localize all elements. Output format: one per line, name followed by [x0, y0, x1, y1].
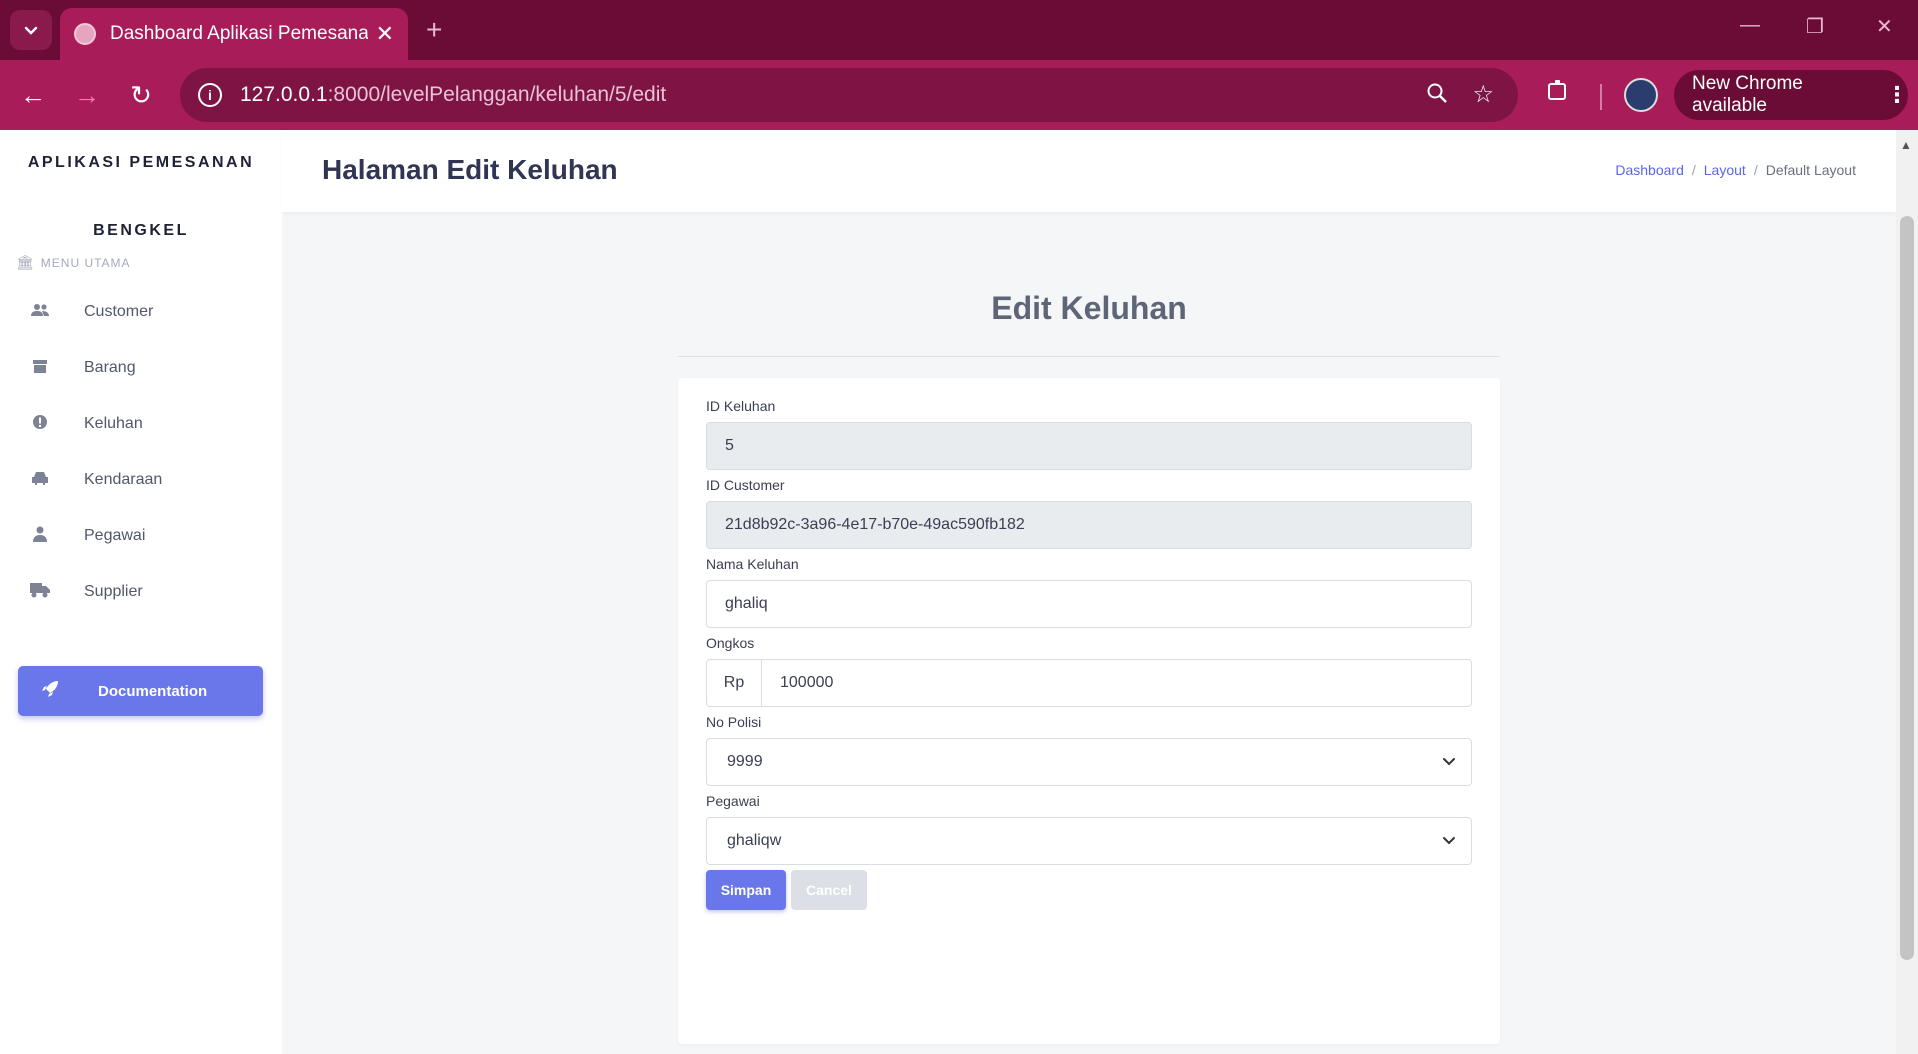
- breadcrumb-separator: /: [1753, 162, 1758, 178]
- sidebar-item-pegawai[interactable]: Pegawai: [0, 514, 282, 558]
- chevron-down-icon: [1441, 832, 1457, 853]
- sidebar-item-kendaraan[interactable]: Kendaraan: [0, 458, 282, 502]
- browser-tab[interactable]: Dashboard Aplikasi Pemesanan ✕: [60, 8, 408, 60]
- close-icon[interactable]: ✕: [376, 21, 394, 47]
- page-content: APLIKASI PEMESANAN BENGKEL 🏛 MENU UTAMA …: [0, 130, 1918, 1054]
- id-customer-label: ID Customer: [706, 477, 785, 493]
- sidebar-item-label: Pegawai: [84, 527, 146, 544]
- menu-heading: 🏛 MENU UTAMA: [16, 254, 131, 270]
- form-heading: Edit Keluhan: [991, 290, 1187, 326]
- sidebar-item-customer[interactable]: Customer: [0, 290, 282, 334]
- truck-icon: [30, 582, 50, 602]
- rocket-icon: [40, 679, 60, 704]
- sidebar-item-barang[interactable]: Barang: [0, 346, 282, 390]
- globe-icon: [74, 23, 96, 45]
- back-arrow-icon[interactable]: ←: [16, 78, 50, 112]
- breadcrumb-layout[interactable]: Layout: [1704, 162, 1746, 178]
- extensions-icon[interactable]: [1546, 78, 1570, 109]
- no-polisi-label: No Polisi: [706, 714, 762, 730]
- restore-icon[interactable]: ❐: [1806, 14, 1824, 39]
- users-icon: [30, 303, 50, 321]
- pegawai-select[interactable]: ghaliqw: [706, 817, 1472, 865]
- no-polisi-value: 9999: [727, 753, 763, 770]
- reload-icon[interactable]: ↻: [124, 78, 158, 112]
- id-keluhan-field: 5: [706, 422, 1472, 470]
- sidebar-item-label: Supplier: [84, 583, 143, 600]
- car-icon: [30, 471, 50, 489]
- edit-keluhan-form: ID Keluhan 5 ID Customer 21d8b92c-3a96-4…: [678, 378, 1500, 1044]
- browser-tab-strip: Dashboard Aplikasi Pemesanan ✕ + — ❐ ✕: [0, 0, 1918, 60]
- forward-arrow-icon[interactable]: →: [70, 78, 104, 112]
- currency-prefix: Rp: [706, 659, 762, 707]
- bookmark-star-icon[interactable]: ☆: [1472, 80, 1494, 109]
- documentation-label: Documentation: [98, 682, 208, 700]
- sidebar-item-label: Keluhan: [84, 415, 143, 432]
- pegawai-value: ghaliqw: [727, 832, 782, 849]
- toolbar-separator: [1600, 84, 1602, 110]
- id-customer-field: 21d8b92c-3a96-4e17-b70e-49ac590fb182: [706, 501, 1472, 549]
- nama-keluhan-label: Nama Keluhan: [706, 556, 799, 572]
- no-polisi-select[interactable]: 9999: [706, 738, 1472, 786]
- id-keluhan-label: ID Keluhan: [706, 398, 776, 414]
- address-bar[interactable]: i 127.0.0.1:8000/levelPelanggan/keluhan/…: [180, 68, 1518, 122]
- content-header: Halaman Edit Keluhan Dashboard / Layout / De…: [282, 130, 1896, 212]
- nama-keluhan-input[interactable]: ghaliq: [706, 580, 1472, 628]
- minimize-icon[interactable]: —: [1740, 14, 1760, 37]
- chevron-down-icon: [24, 26, 38, 35]
- cancel-button[interactable]: Cancel: [791, 870, 867, 910]
- documentation-button[interactable]: Documentation: [18, 666, 263, 716]
- more-vertical-icon[interactable]: ⋮: [1886, 82, 1908, 108]
- brand-subtitle: BENGKEL: [93, 222, 189, 239]
- breadcrumb: Dashboard / Layout / Default Layout: [1615, 162, 1856, 178]
- new-tab-button[interactable]: +: [426, 14, 442, 46]
- sidebar-item-label: Barang: [84, 359, 136, 376]
- window-close-icon[interactable]: ✕: [1876, 14, 1893, 39]
- sidebar-item-keluhan[interactable]: Keluhan: [0, 402, 282, 446]
- alert-circle-icon: [30, 414, 50, 434]
- breadcrumb-dashboard[interactable]: Dashboard: [1615, 162, 1684, 178]
- page-title: Halaman Edit Keluhan: [322, 154, 618, 185]
- url-text: 127.0.0.1:8000/levelPelanggan/keluhan/5/…: [240, 83, 667, 106]
- tab-search-button[interactable]: [10, 10, 52, 50]
- ongkos-label: Ongkos: [706, 635, 755, 651]
- ongkos-input[interactable]: 100000: [761, 659, 1472, 707]
- bank-icon: 🏛: [16, 254, 35, 270]
- user-tie-icon: [30, 526, 50, 546]
- brand-title: APLIKASI PEMESANAN: [27, 154, 255, 171]
- chevron-down-icon: [1441, 753, 1457, 774]
- chrome-update-button[interactable]: New Chrome available ⋮: [1674, 70, 1908, 120]
- breadcrumb-separator: /: [1691, 162, 1696, 178]
- profile-avatar[interactable]: [1624, 78, 1658, 112]
- tab-title: Dashboard Aplikasi Pemesanan: [110, 23, 368, 44]
- pegawai-label: Pegawai: [706, 793, 760, 809]
- site-info-icon[interactable]: i: [198, 83, 222, 107]
- breadcrumb-current: Default Layout: [1765, 162, 1856, 178]
- sidebar-item-label: Kendaraan: [84, 471, 163, 488]
- save-button[interactable]: Simpan: [706, 870, 786, 910]
- zoom-icon[interactable]: [1426, 82, 1448, 111]
- scroll-thumb[interactable]: [1900, 216, 1914, 960]
- chrome-update-label: New Chrome available: [1692, 73, 1803, 116]
- divider: [678, 356, 1500, 357]
- page-scrollbar[interactable]: ▲: [1896, 130, 1918, 1054]
- box-icon: [30, 358, 50, 378]
- sidebar-item-label: Customer: [84, 303, 154, 320]
- scroll-up-icon[interactable]: ▲: [1900, 138, 1912, 152]
- sidebar: APLIKASI PEMESANAN BENGKEL 🏛 MENU UTAMA …: [0, 130, 282, 1054]
- sidebar-item-supplier[interactable]: Supplier: [0, 570, 282, 614]
